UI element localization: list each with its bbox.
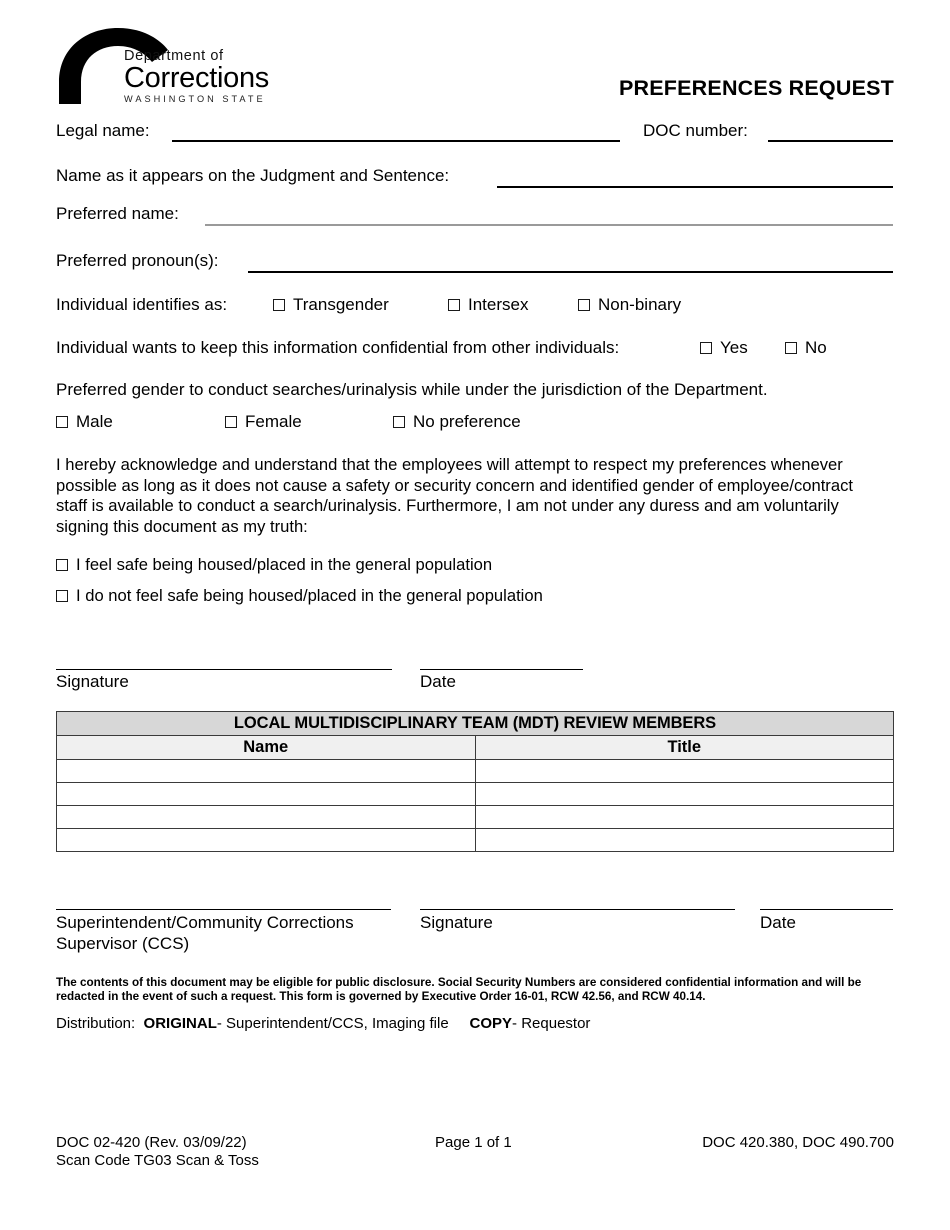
mdt-cell-title-1[interactable] bbox=[474, 759, 894, 783]
mdt-table-title: LOCAL MULTIDISCIPLINARY TEAM (MDT) REVIE… bbox=[56, 711, 894, 736]
legal-name-label: Legal name: bbox=[56, 121, 150, 140]
mdt-cell-title-2[interactable] bbox=[474, 782, 894, 806]
doc-number-label: DOC number: bbox=[643, 121, 748, 140]
checkbox-confidential-yes[interactable]: Yes bbox=[700, 338, 748, 358]
approval-signature-input[interactable] bbox=[420, 909, 735, 910]
identity-prompt: Individual identifies as: bbox=[56, 295, 228, 314]
mdt-table-header-row: Name Title bbox=[56, 735, 894, 760]
checkbox-search-male[interactable]: Male bbox=[56, 412, 113, 432]
checkbox-label-do-not-feel-safe: I do not feel safe being housed/placed i… bbox=[76, 586, 543, 605]
distribution-copy-text: - Requestor bbox=[512, 1015, 591, 1032]
approval-signature-label: Signature bbox=[420, 913, 493, 932]
confidential-prompt: Individual wants to keep this informatio… bbox=[56, 338, 620, 357]
superintendent-signature-input[interactable] bbox=[56, 909, 391, 910]
logo-wordmark: Department of Corrections WASHINGTON STA… bbox=[124, 48, 274, 105]
checkbox-label-confidential-yes: Yes bbox=[720, 338, 748, 357]
checkbox-label-non-binary: Non-binary bbox=[598, 295, 682, 314]
distribution-line: Distribution: ORIGINAL - Superintendent/… bbox=[56, 1015, 590, 1032]
checkbox-search-no-preference[interactable]: No preference bbox=[393, 412, 521, 432]
doc-number-input[interactable] bbox=[768, 140, 893, 142]
logo-line-corrections: Corrections bbox=[124, 62, 269, 94]
distribution-label: Distribution: bbox=[56, 1015, 136, 1032]
checkbox-box-transgender[interactable] bbox=[273, 299, 285, 311]
form-header: Department of Corrections WASHINGTON STA… bbox=[56, 24, 894, 108]
checkbox-box-search-male[interactable] bbox=[56, 416, 68, 428]
table-row bbox=[56, 828, 894, 852]
table-row bbox=[56, 805, 894, 829]
individual-date-input[interactable] bbox=[420, 669, 583, 670]
mdt-table-title-row: LOCAL MULTIDISCIPLINARY TEAM (MDT) REVIE… bbox=[56, 711, 894, 736]
checkbox-label-search-female: Female bbox=[245, 412, 302, 431]
checkbox-label-confidential-no: No bbox=[805, 338, 827, 357]
footer-page-number: Page 1 of 1 bbox=[435, 1134, 512, 1151]
mdt-cell-name-1[interactable] bbox=[56, 759, 476, 783]
form-page: Department of Corrections WASHINGTON STA… bbox=[0, 0, 950, 1230]
approval-date-input[interactable] bbox=[760, 909, 893, 910]
checkbox-box-search-female[interactable] bbox=[225, 416, 237, 428]
checkbox-box-confidential-yes[interactable] bbox=[700, 342, 712, 354]
preferred-name-label: Preferred name: bbox=[56, 204, 179, 223]
checkbox-search-female[interactable]: Female bbox=[225, 412, 302, 432]
distribution-copy-tag: COPY bbox=[469, 1015, 513, 1032]
logo-line-state: WASHINGTON STATE bbox=[124, 94, 266, 104]
individual-signature-label: Signature bbox=[56, 672, 129, 691]
acknowledgment-text: I hereby acknowledge and understand that… bbox=[56, 455, 853, 536]
checkbox-transgender[interactable]: Transgender bbox=[273, 295, 389, 315]
public-disclosure-notice: The contents of this document may be eli… bbox=[56, 976, 862, 1003]
judgment-name-label: Name as it appears on the Judgment and S… bbox=[56, 166, 450, 185]
individual-date-label: Date bbox=[420, 672, 456, 691]
mdt-cell-name-4[interactable] bbox=[56, 828, 476, 852]
mdt-review-table: LOCAL MULTIDISCIPLINARY TEAM (MDT) REVIE… bbox=[56, 711, 894, 852]
checkbox-box-feel-safe[interactable] bbox=[56, 559, 68, 571]
mdt-cell-name-2[interactable] bbox=[56, 782, 476, 806]
checkbox-do-not-feel-safe[interactable]: I do not feel safe being housed/placed i… bbox=[56, 586, 543, 606]
preferred-pronouns-label: Preferred pronoun(s): bbox=[56, 251, 219, 270]
superintendent-label-line2: Supervisor (CCS) bbox=[56, 934, 190, 953]
preferred-name-input[interactable] bbox=[205, 224, 893, 226]
checkbox-label-feel-safe: I feel safe being housed/placed in the g… bbox=[76, 555, 493, 574]
checkbox-label-search-male: Male bbox=[76, 412, 113, 431]
checkbox-box-non-binary[interactable] bbox=[578, 299, 590, 311]
checkbox-box-search-no-preference[interactable] bbox=[393, 416, 405, 428]
distribution-original-tag: ORIGINAL bbox=[143, 1015, 217, 1032]
mdt-column-header-title: Title bbox=[474, 735, 894, 760]
doc-logo: Department of Corrections WASHINGTON STA… bbox=[56, 24, 269, 104]
checkbox-label-search-no-preference: No preference bbox=[413, 412, 521, 431]
mdt-cell-name-3[interactable] bbox=[56, 805, 476, 829]
search-gender-prompt: Preferred gender to conduct searches/uri… bbox=[56, 380, 768, 399]
checkbox-label-intersex: Intersex bbox=[468, 295, 529, 314]
table-row bbox=[56, 782, 894, 806]
preferred-pronouns-input[interactable] bbox=[248, 271, 893, 273]
page-title: PREFERENCES REQUEST bbox=[619, 76, 894, 100]
mdt-cell-title-3[interactable] bbox=[474, 805, 894, 829]
superintendent-label-line1: Superintendent/Community Corrections bbox=[56, 913, 354, 932]
legal-name-input[interactable] bbox=[172, 140, 620, 142]
checkbox-feel-safe[interactable]: I feel safe being housed/placed in the g… bbox=[56, 555, 492, 575]
checkbox-confidential-no[interactable]: No bbox=[785, 338, 827, 358]
mdt-cell-title-4[interactable] bbox=[474, 828, 894, 852]
checkbox-box-do-not-feel-safe[interactable] bbox=[56, 590, 68, 602]
checkbox-intersex[interactable]: Intersex bbox=[448, 295, 528, 315]
mdt-column-header-name: Name bbox=[56, 735, 476, 760]
footer-form-number: DOC 02-420 (Rev. 03/09/22) bbox=[56, 1134, 247, 1151]
checkbox-box-confidential-no[interactable] bbox=[785, 342, 797, 354]
checkbox-non-binary[interactable]: Non-binary bbox=[578, 295, 681, 315]
checkbox-box-intersex[interactable] bbox=[448, 299, 460, 311]
approval-date-label: Date bbox=[760, 913, 796, 932]
judgment-name-input[interactable] bbox=[497, 186, 893, 188]
individual-signature-input[interactable] bbox=[56, 669, 392, 670]
footer-scan-code: Scan Code TG03 Scan & Toss bbox=[56, 1152, 259, 1169]
checkbox-label-transgender: Transgender bbox=[293, 295, 389, 314]
footer-policy-refs: DOC 420.380, DOC 490.700 bbox=[702, 1134, 894, 1151]
distribution-original-text: - Superintendent/CCS, Imaging file bbox=[216, 1015, 449, 1032]
table-row bbox=[56, 759, 894, 783]
